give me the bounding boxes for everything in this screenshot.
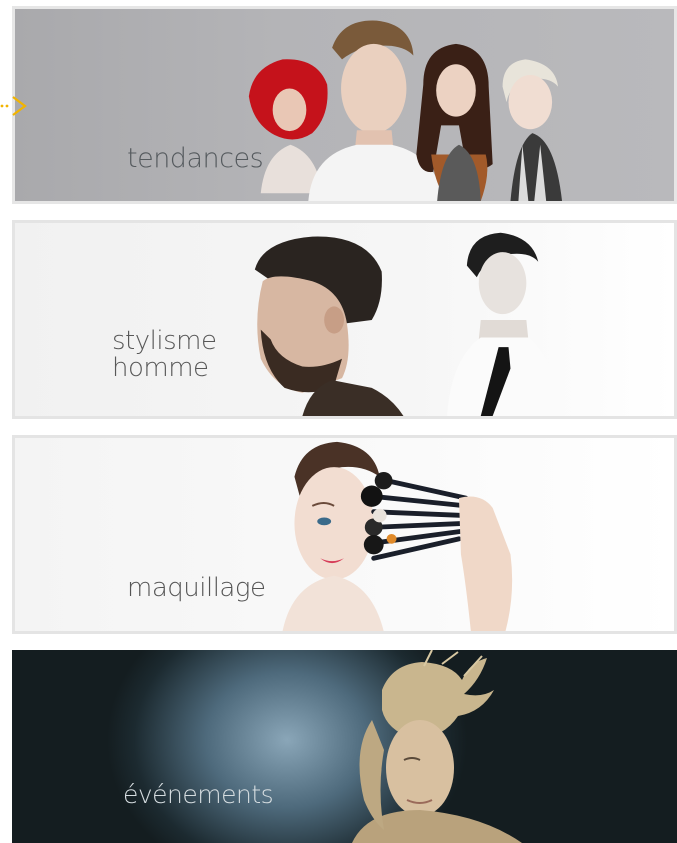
banner-label-line-2: homme <box>112 353 209 383</box>
tendances-models-image <box>248 20 563 201</box>
evenements-image <box>352 650 522 843</box>
banner-label-line-1: stylisme <box>112 326 217 356</box>
banner-label-tendances: tendances <box>127 143 264 174</box>
stylisme-homme-image <box>254 232 561 416</box>
banner-label-stylisme-homme: stylisme homme <box>112 326 217 383</box>
banner-label-maquillage: maquillage <box>127 573 266 603</box>
banner-stylisme-homme[interactable]: stylisme homme <box>12 220 677 419</box>
chevron-right-icon <box>0 96 27 116</box>
banner-evenements[interactable]: événements <box>12 650 677 843</box>
banner-maquillage[interactable]: maquillage <box>12 435 677 634</box>
page: tendances stylisme homme maquillage évén… <box>0 0 677 843</box>
maquillage-image <box>282 441 513 631</box>
banner-tendances[interactable]: tendances <box>12 6 677 204</box>
banner-label-evenements: événements <box>123 780 274 809</box>
